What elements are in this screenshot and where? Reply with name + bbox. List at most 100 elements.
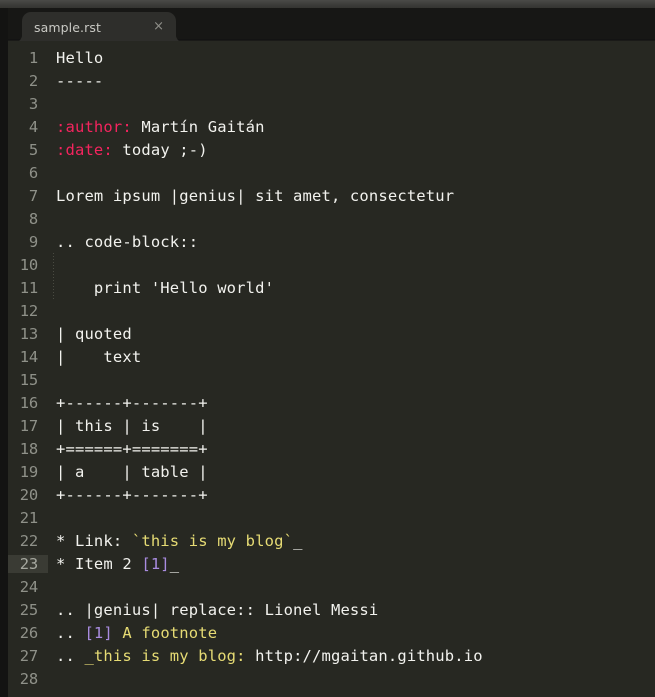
code-token-plain: Lorem ipsum |genius| sit amet, consectet…: [56, 186, 455, 205]
line-number: 21: [19, 508, 38, 527]
code-line[interactable]: 20 +------+-------+: [8, 483, 655, 506]
code-line-text[interactable]: print 'Hello world': [48, 279, 655, 297]
code-line-text[interactable]: .. [1] A footnote: [48, 624, 655, 642]
line-number: 24: [19, 577, 38, 596]
code-token-ref: [1]: [141, 554, 170, 573]
line-number: 4: [28, 117, 38, 136]
code-token-plain: +======+=======+: [56, 439, 208, 458]
code-line[interactable]: 8: [8, 207, 655, 230]
code-line-text[interactable]: | this | is |: [48, 417, 655, 435]
code-token-link: _this is my blog:: [84, 646, 246, 665]
code-line[interactable]: 19 | a | table |: [8, 460, 655, 483]
code-line-text[interactable]: .. code-block::: [48, 233, 655, 251]
code-line[interactable]: 9 .. code-block::: [8, 230, 655, 253]
code-line-text[interactable]: * Item 2 [1]_: [48, 555, 655, 573]
code-token-plain: +------+-------+: [56, 485, 208, 504]
window-left-edge: [0, 8, 8, 697]
code-line[interactable]: 3: [8, 92, 655, 115]
code-line-text[interactable]: | text: [48, 348, 655, 366]
line-number: 28: [19, 669, 38, 688]
line-number: 10: [19, 255, 38, 274]
code-token-plain: | quoted: [56, 324, 132, 343]
code-token-plain: * Item 2: [56, 554, 142, 573]
code-line[interactable]: 27.. _this is my blog: http://mgaitan.gi…: [8, 644, 655, 667]
code-line[interactable]: 6: [8, 161, 655, 184]
line-number: 16: [19, 393, 38, 412]
line-number: 18: [19, 439, 38, 458]
editor-window: sample.rst × 1 Hello 2 ----- 3 4 :author: Mart…: [0, 0, 655, 697]
window-titlebar: [0, 0, 655, 8]
code-token-plain: .. |genius| replace:: Lionel Messi: [56, 600, 379, 619]
code-line[interactable]: 4 :author: Martín Gaitán: [8, 115, 655, 138]
code-line[interactable]: 13 | quoted: [8, 322, 655, 345]
line-number: 7: [28, 186, 38, 205]
code-line-text[interactable]: .. _this is my blog: http://mgaitan.gith…: [48, 647, 655, 665]
code-line-text[interactable]: +------+-------+: [48, 394, 655, 412]
close-icon[interactable]: ×: [153, 20, 164, 34]
code-line[interactable]: 22 * Link: `this is my blog`_: [8, 529, 655, 552]
line-number: 14: [19, 347, 38, 366]
code-line-text[interactable]: | quoted: [48, 325, 655, 343]
line-number: 19: [19, 462, 38, 481]
line-number: 8: [28, 209, 38, 228]
code-line[interactable]: 18 +======+=======+: [8, 437, 655, 460]
tab-filename-label: sample.rst: [34, 20, 101, 35]
code-token-plain: ..: [56, 646, 85, 665]
line-number: 12: [19, 301, 38, 320]
code-token-plain: -----: [56, 71, 104, 90]
code-line[interactable]: 17 | this | is |: [8, 414, 655, 437]
code-line[interactable]: 1 Hello: [8, 46, 655, 69]
line-number: 15: [19, 370, 38, 389]
code-line[interactable]: 24: [8, 575, 655, 598]
code-token-plain: | this | is |: [56, 416, 208, 435]
code-line[interactable]: 14 | text: [8, 345, 655, 368]
code-line-list: 1 Hello 2 ----- 3 4 :author: Martín Gaitán 5 :da…: [8, 41, 655, 690]
line-number: 20: [19, 485, 38, 504]
code-line[interactable]: 21: [8, 506, 655, 529]
line-number: 3: [28, 94, 38, 113]
code-line-text[interactable]: | a | table |: [48, 463, 655, 481]
code-line[interactable]: 11 print 'Hello world': [8, 276, 655, 299]
code-token-field: :author:: [56, 117, 132, 136]
code-line-text[interactable]: * Link: `this is my blog`_: [48, 532, 655, 550]
line-number: 25: [19, 600, 38, 619]
line-number: 26: [19, 623, 38, 642]
code-line-text[interactable]: Hello: [48, 49, 655, 67]
code-editor[interactable]: 1 Hello 2 ----- 3 4 :author: Martín Gaitán 5 :da…: [8, 41, 655, 697]
indent-guide: [53, 253, 54, 299]
line-number: 11: [19, 278, 38, 297]
code-line[interactable]: 5 :date: today ;-): [8, 138, 655, 161]
code-line[interactable]: 15: [8, 368, 655, 391]
code-line-text[interactable]: +======+=======+: [48, 440, 655, 458]
tab-sample-rst[interactable]: sample.rst ×: [22, 12, 176, 43]
code-token-link: A footnote: [112, 623, 218, 642]
code-line[interactable]: 16 +------+-------+: [8, 391, 655, 414]
code-token-plain: +------+-------+: [56, 393, 208, 412]
code-line[interactable]: 25 .. |genius| replace:: Lionel Messi: [8, 598, 655, 621]
code-line[interactable]: 7 Lorem ipsum |genius| sit amet, consecte…: [8, 184, 655, 207]
line-number: 9: [28, 232, 38, 251]
code-line-text[interactable]: :date: today ;-): [48, 141, 655, 159]
line-number: 5: [28, 140, 38, 159]
line-number: 22: [19, 531, 38, 550]
code-line-text[interactable]: -----: [48, 72, 655, 90]
code-token-plain: | a | table |: [56, 462, 208, 481]
code-line-text[interactable]: +------+-------+: [48, 486, 655, 504]
code-token-plain: | text: [56, 347, 142, 366]
code-line[interactable]: 26 .. [1] A footnote: [8, 621, 655, 644]
code-token-link: `this is my blog`: [131, 531, 294, 550]
code-line[interactable]: 10: [8, 253, 655, 276]
code-token-plain: Martín Gaitán: [131, 117, 265, 136]
code-token-plain: * Link:: [56, 531, 132, 550]
code-token-plain: print 'Hello world': [56, 278, 275, 297]
code-line-text[interactable]: .. |genius| replace:: Lionel Messi: [48, 601, 655, 619]
code-line-text[interactable]: Lorem ipsum |genius| sit amet, consectet…: [48, 187, 655, 205]
code-line[interactable]: 23 * Item 2 [1]_: [8, 552, 655, 575]
code-line[interactable]: 28: [8, 667, 655, 690]
code-line[interactable]: 2 -----: [8, 69, 655, 92]
code-line-text[interactable]: :author: Martín Gaitán: [48, 118, 655, 136]
line-number: 2: [28, 71, 38, 90]
code-token-plain: today ;-): [112, 140, 208, 159]
code-line[interactable]: 12: [8, 299, 655, 322]
code-token-plain: ..: [56, 623, 85, 642]
